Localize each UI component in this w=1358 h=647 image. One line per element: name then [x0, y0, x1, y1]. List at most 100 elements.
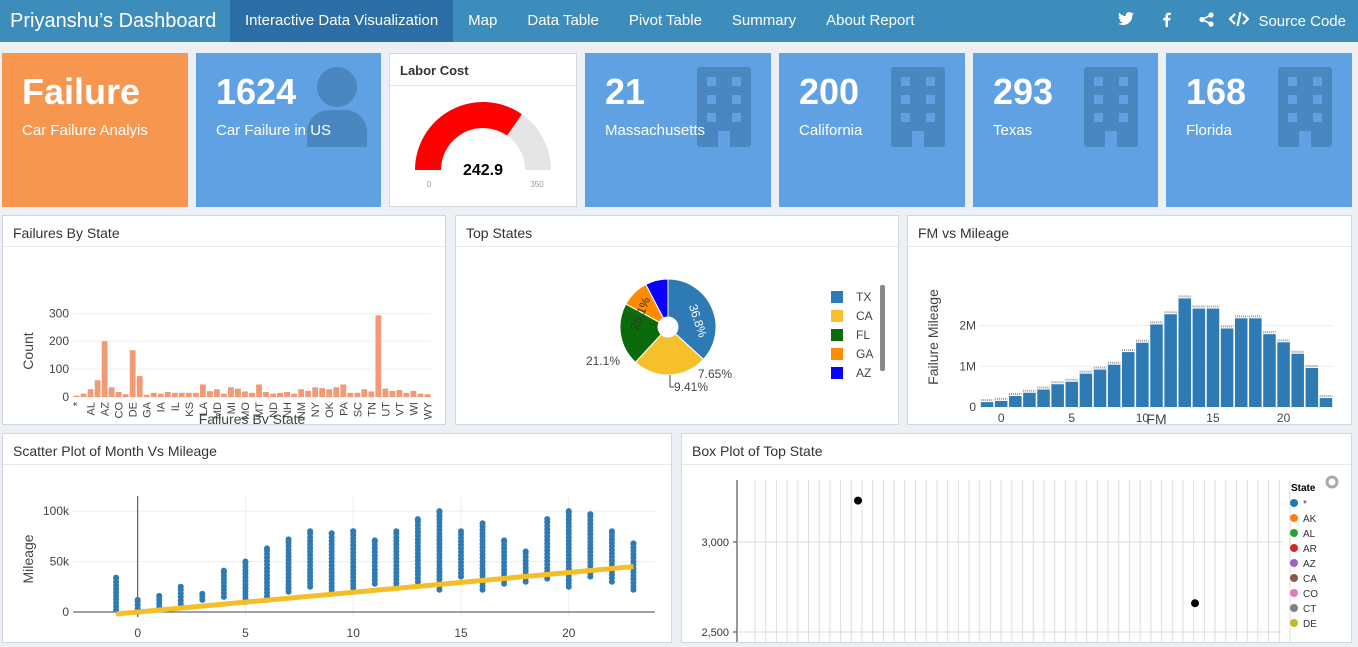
legend-label-GA: GA	[856, 347, 873, 361]
y-tick-label: 0	[62, 390, 69, 404]
bar-MA	[206, 391, 213, 397]
value-box-label: Car Failure in US	[216, 122, 332, 139]
bar-fm-15	[1206, 308, 1220, 407]
scatter-point	[177, 583, 184, 590]
bar-RI	[347, 392, 354, 397]
legend-dot-CO	[1290, 589, 1298, 597]
legend-dot-DE	[1290, 619, 1298, 627]
gauge-chart: 242.9 0 350	[415, 102, 551, 189]
value-box-texas: 293 Texas	[973, 53, 1158, 207]
nav-map[interactable]: Map	[453, 0, 512, 42]
bar-PA	[340, 384, 347, 397]
x-tick-label: WY	[422, 401, 434, 419]
gauge-value: 242.9	[463, 162, 503, 179]
bar-OK	[326, 389, 333, 397]
x-axis-title: FM	[1146, 411, 1166, 424]
panel-title: Top States	[456, 216, 898, 247]
brand-title[interactable]: Priyanshu’s Dashboard	[0, 0, 230, 42]
scatter-point	[522, 548, 529, 555]
bar-fm-19	[1263, 334, 1276, 407]
x-tick-label: 10	[347, 626, 361, 640]
bar-CA	[108, 387, 115, 397]
y-axis-title: Mileage	[20, 534, 36, 583]
legend-label-FL: FL	[856, 328, 870, 342]
bar-NM	[298, 389, 305, 397]
legend-label-*: *	[1303, 499, 1307, 510]
bar-NC	[263, 391, 269, 397]
nav-data-table[interactable]: Data Table	[512, 0, 613, 42]
x-tick-label: 15	[1206, 411, 1220, 424]
twitter-icon[interactable]	[1106, 12, 1146, 30]
code-icon[interactable]	[1226, 11, 1252, 30]
bar-MT	[256, 384, 262, 397]
x-tick-label: AL	[86, 402, 98, 415]
bar-fm-8	[1107, 364, 1121, 407]
bar-fm-6	[1079, 373, 1093, 407]
bar-IN	[178, 392, 185, 397]
failures-by-state-chart[interactable]: 0100200300* AL AZ CO DE GA IA IL KS LA MD MI MO MT ND N…	[3, 247, 445, 427]
x-tick-label: 20	[1277, 411, 1291, 424]
value-box-florida: 168 Florida	[1166, 53, 1352, 207]
scatter-point	[608, 528, 615, 535]
legend-dot-CA	[1290, 574, 1298, 582]
bar-fm-12	[1164, 314, 1177, 407]
scatter-point	[199, 590, 206, 597]
scatter-point	[242, 558, 249, 565]
panel-title: FM vs Mileage	[908, 216, 1351, 247]
failures-by-state-panel: Failures By State 0 100 200 300 * AL AZ CO DE GA I…	[2, 215, 446, 427]
y-axis-title: Failure Mileage	[925, 289, 941, 385]
value-box-label: Car Failure Analyis	[22, 122, 148, 139]
panel-title: Scatter Plot of Month Vs Mileage	[3, 434, 671, 465]
value-box-label: Texas	[993, 122, 1033, 139]
bar-WI	[410, 390, 417, 397]
value-box-label: Florida	[1186, 122, 1232, 139]
bar-fm--1	[980, 402, 994, 407]
legend-swatch-CA	[831, 310, 843, 322]
nav-right: Source Code	[1106, 0, 1346, 42]
scatter-point	[220, 567, 227, 574]
fm-vs-mileage-chart[interactable]: 01M2M0 5 10 15 20FMFailure Mileage	[908, 247, 1351, 427]
legend-dot-*	[1290, 499, 1298, 507]
nav-interactive-data-visualization[interactable]: Interactive Data Visualization	[230, 0, 454, 42]
top-states-pie-chart[interactable]: 36.8%25.1%21.1%7.65%9.41%TXCAFLGAAZ	[456, 247, 898, 424]
scatter-point	[414, 516, 421, 523]
bar-DE	[129, 350, 136, 397]
nav-pivot-table[interactable]: Pivot Table	[614, 0, 717, 42]
bar-MN	[235, 388, 241, 397]
bar-MS	[249, 392, 255, 397]
box-plot-chart[interactable]: 3,000 2,500 State * AK AL AR AZ CA CO CT DE	[682, 465, 1351, 642]
scatter-point	[436, 508, 443, 515]
bar-fm-10	[1136, 342, 1149, 407]
legend-swatch-TX	[831, 291, 843, 303]
source-code-link[interactable]: Source Code	[1258, 13, 1346, 30]
box-plot-panel: Box Plot of Top State 3,000 2,500 State * AK…	[681, 433, 1352, 643]
scatter-point	[479, 520, 486, 527]
share-icon[interactable]	[1186, 11, 1226, 31]
bar-OH	[319, 388, 326, 397]
bar-FL	[136, 376, 143, 397]
scatter-point	[544, 516, 551, 523]
scatter-point	[501, 537, 508, 544]
y-tick-label: 200	[49, 334, 69, 348]
bar-WA	[403, 392, 410, 397]
nav-about-report[interactable]: About Report	[811, 0, 929, 42]
gear-icon	[1325, 475, 1339, 489]
bar-SC	[354, 392, 361, 397]
legend-dot-CT	[1290, 604, 1298, 612]
scatter-point	[630, 540, 637, 547]
scatter-point	[156, 592, 163, 599]
bar-fm-5	[1065, 381, 1079, 407]
y-tick-label: 2,500	[701, 627, 729, 639]
scatter-chart[interactable]: 050k100k05101520MonthMileage	[3, 465, 671, 642]
y-tick-label: 1M	[959, 359, 976, 373]
bar-fm-1	[1009, 396, 1022, 407]
facebook-icon[interactable]	[1146, 12, 1186, 31]
nav-summary[interactable]: Summary	[717, 0, 811, 42]
outlier-point	[854, 496, 862, 505]
legend-dot-AK	[1290, 514, 1298, 522]
x-tick-label: IA	[156, 401, 168, 412]
y-tick-label: 50k	[50, 555, 70, 569]
y-tick-label: 0	[62, 605, 69, 619]
x-tick-label: VT	[394, 402, 406, 416]
bar-fm-9	[1122, 352, 1135, 407]
